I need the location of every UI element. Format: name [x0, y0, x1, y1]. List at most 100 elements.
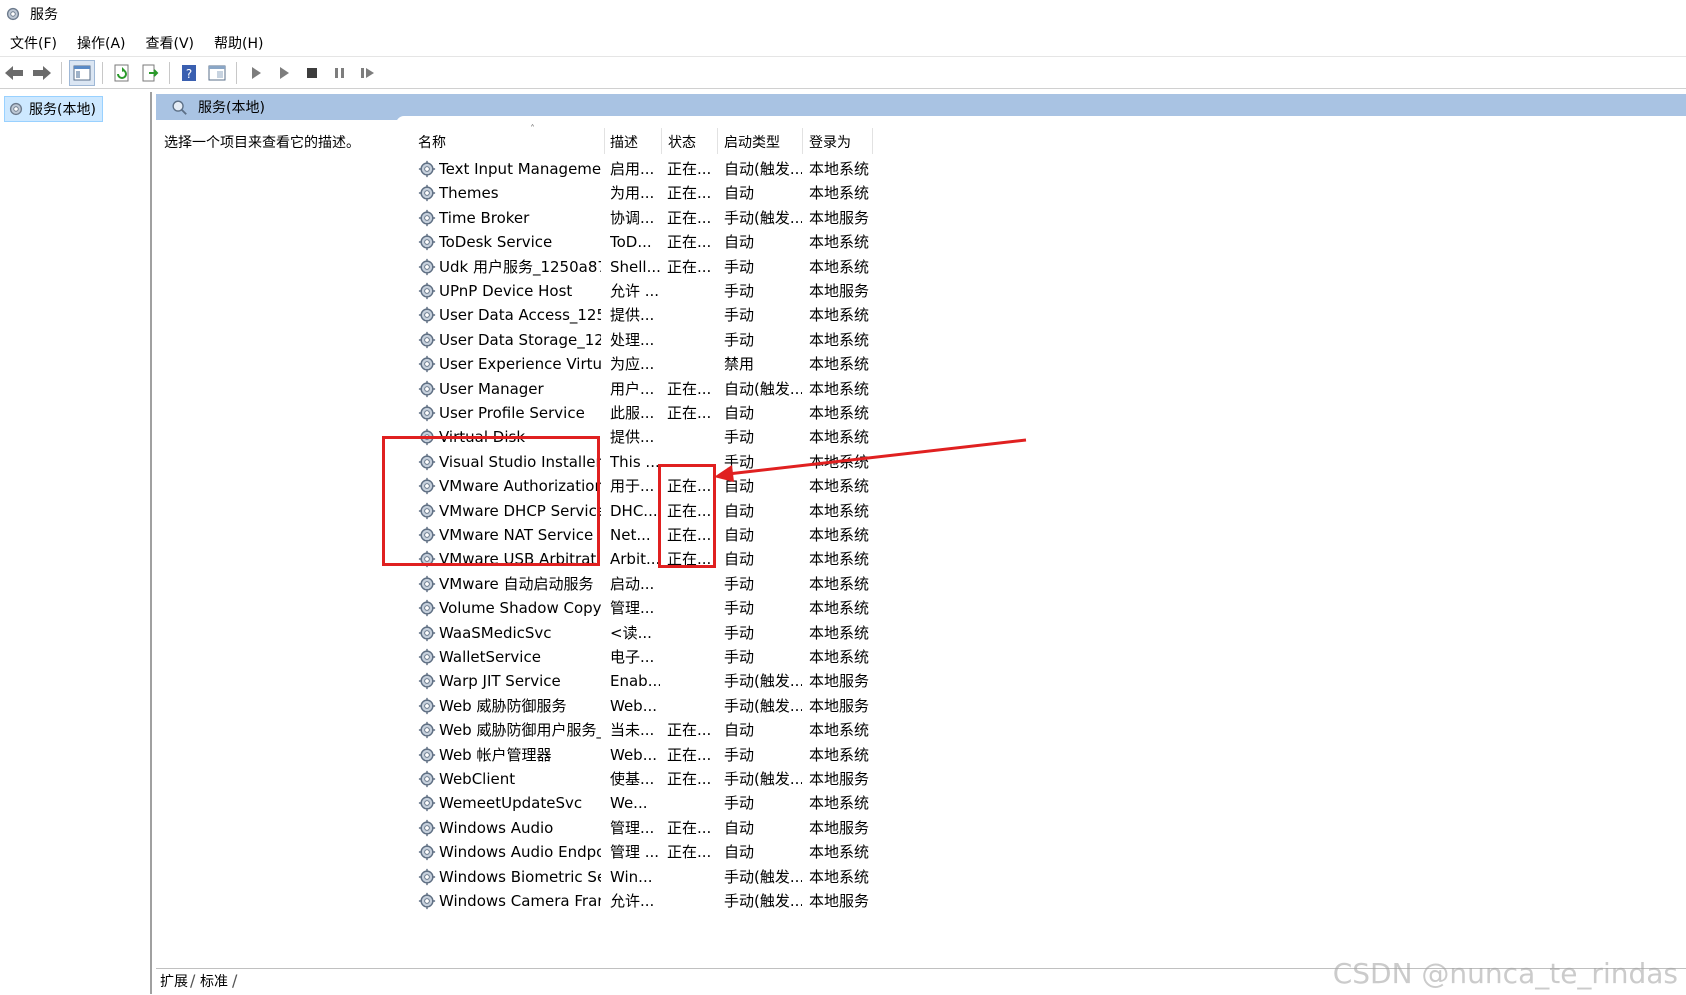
service-row[interactable]: Themes 为用... 正在... 自动 本地系统 [156, 180, 916, 206]
service-row[interactable]: Windows Biometric Service Win... 手动(触发... 本… [156, 864, 916, 890]
service-startup-type: 手动 [724, 574, 755, 593]
service-logon: 本地系统 [809, 160, 869, 178]
service-status: 正在... [667, 770, 712, 788]
service-description: Shell... [610, 257, 660, 276]
service-gear-icon [418, 282, 436, 300]
service-row[interactable]: Web 帐户管理器 Web... 正在... 手动 本地系统 [156, 742, 916, 768]
service-row[interactable]: WalletService 电子... 手动 本地系统 [156, 644, 916, 670]
service-status [667, 790, 717, 816]
service-logon: 本地系统 [809, 330, 869, 349]
service-row[interactable]: WaaSMedicSvc <读... 手动 本地系统 [156, 620, 916, 646]
column-header-status[interactable]: 状态 [668, 130, 718, 154]
menu-action[interactable]: 操作(A) [67, 33, 136, 53]
console-tree-icon[interactable] [69, 60, 95, 86]
service-name: Web 帐户管理器 [439, 745, 552, 764]
service-gear-icon [418, 380, 436, 398]
service-logon: 本地系统 [809, 574, 869, 593]
stop-service-icon[interactable] [300, 61, 324, 85]
help-icon[interactable]: ? [177, 61, 201, 85]
tab-standard[interactable]: 标准 [196, 971, 232, 993]
service-startup-type: 手动 [724, 599, 755, 618]
column-divider [661, 128, 662, 154]
column-header-name[interactable]: 名称 [418, 130, 598, 154]
column-divider [604, 128, 605, 154]
svg-text:?: ? [186, 67, 192, 81]
service-row[interactable]: Windows Audio Endpoint B... 管理 ... 正在... 自动… [156, 839, 916, 865]
service-row[interactable]: ToDesk Service ToD... 正在... 自动 本地系统 [156, 229, 916, 255]
service-row[interactable]: Volume Shadow Copy 管理... 手动 本地系统 [156, 595, 916, 621]
service-row[interactable]: Warp JIT Service Enab... 手动(触发... 本地服务 [156, 668, 916, 694]
service-row[interactable]: UPnP Device Host 允许 ... 手动 本地服务 [156, 278, 916, 304]
toolbar-separator [169, 62, 170, 84]
service-status [667, 327, 717, 353]
pause-service-icon[interactable] [328, 61, 352, 85]
tree-item-services-local[interactable]: 服务(本地) [4, 96, 103, 122]
start-service-icon[interactable] [244, 61, 268, 85]
service-name: Windows Biometric Service [439, 867, 601, 886]
service-name: User Manager [439, 379, 544, 398]
tree-item-label: 服务(本地) [29, 102, 96, 118]
menu-help[interactable]: 帮助(H) [204, 33, 273, 53]
service-row[interactable]: Text Input Management S... 启用... 正在... 自动(触… [156, 156, 916, 182]
menu-bar: 文件(F) 操作(A) 查看(V) 帮助(H) [0, 30, 1686, 57]
service-startup-type: 手动 [724, 794, 755, 813]
restart-service-icon[interactable] [356, 61, 380, 85]
service-status: 正在... [667, 404, 712, 422]
service-row[interactable]: User Experience Virtualizat... 为应... 禁用 本地系… [156, 351, 916, 377]
service-startup-type: 自动 [724, 501, 755, 520]
service-logon: 本地系统 [809, 526, 869, 544]
service-startup-type: 手动 [724, 623, 755, 642]
properties-icon[interactable] [205, 61, 229, 85]
service-row[interactable]: Web 威胁防御服务 Web... 手动(触发... 本地服务 [156, 693, 916, 719]
service-gear-icon [418, 770, 436, 788]
column-header-startup-type[interactable]: 启动类型 [724, 130, 804, 154]
service-logon: 本地系统 [809, 355, 869, 374]
service-gear-icon [418, 184, 436, 202]
toolbar-separator [102, 62, 103, 84]
service-row[interactable]: User Data Access_1250a872 提供... 手动 本地系统 [156, 302, 916, 328]
service-row[interactable]: Time Broker 协调... 正在... 手动(触发... 本地服务 [156, 205, 916, 231]
service-description: 启用... [610, 160, 655, 178]
service-row[interactable]: WebClient 使基... 正在... 手动(触发... 本地服务 [156, 766, 916, 792]
service-row[interactable]: User Profile Service 此服... 正在... 自动 本地系统 [156, 400, 916, 426]
start-service-alt-icon[interactable] [272, 61, 296, 85]
service-description: 管理 ... [610, 843, 660, 862]
service-row[interactable]: Windows Camera Frame S... 允许... 手动(触发... 本地… [156, 888, 916, 914]
service-logon: 本地系统 [809, 623, 869, 642]
tab-divider: / [232, 971, 238, 990]
service-status [667, 302, 717, 328]
service-description: We... [610, 794, 648, 813]
service-startup-type: 手动 [724, 330, 755, 349]
service-logon: 本地服务 [809, 696, 869, 715]
service-name: User Data Access_1250a872 [439, 306, 601, 325]
service-logon: 本地系统 [809, 599, 869, 618]
service-row[interactable]: User Manager 用户... 正在... 自动(触发... 本地系统 [156, 376, 916, 402]
service-startup-type: 自动 [724, 843, 755, 862]
service-description: 提供... [610, 306, 655, 325]
service-name: Udk 用户服务_1250a872 [439, 257, 601, 276]
service-startup-type: 手动(触发... [724, 892, 802, 910]
refresh-icon[interactable] [110, 61, 134, 85]
service-row[interactable]: VMware 自动启动服务 启动... 手动 本地系统 [156, 571, 916, 597]
service-row[interactable]: Windows Audio 管理... 正在... 自动 本地服务 [156, 815, 916, 841]
watermark: CSDN @nunca_te_rindas [1332, 957, 1678, 990]
column-header-logon[interactable]: 登录为 [809, 130, 869, 154]
menu-view[interactable]: 查看(V) [136, 33, 205, 53]
service-status [667, 693, 717, 719]
service-description: 使基... [610, 770, 655, 788]
forward-arrow-icon[interactable] [30, 61, 54, 85]
service-row[interactable]: WemeetUpdateSvc We... 手动 本地系统 [156, 790, 916, 816]
menu-file[interactable]: 文件(F) [0, 33, 67, 53]
toolbar: ? [0, 58, 1686, 89]
service-logon: 本地系统 [809, 233, 869, 252]
service-logon: 本地系统 [809, 843, 869, 862]
back-arrow-icon[interactable] [2, 61, 26, 85]
column-header-description[interactable]: 描述 [610, 130, 660, 154]
export-list-icon[interactable] [138, 61, 162, 85]
service-gear-icon [418, 819, 436, 837]
service-startup-type: 自动 [724, 526, 755, 544]
tab-extended[interactable]: 扩展 [156, 971, 192, 993]
service-row[interactable]: User Data Storage_1250a8... 处理... 手动 本地系统 [156, 327, 916, 353]
service-row[interactable]: Web 威胁防御用户服务_12... 当未... 正在... 自动 本地系统 [156, 717, 916, 743]
service-row[interactable]: Udk 用户服务_1250a872 Shell... 正在... 手动 本地系统 [156, 254, 916, 280]
